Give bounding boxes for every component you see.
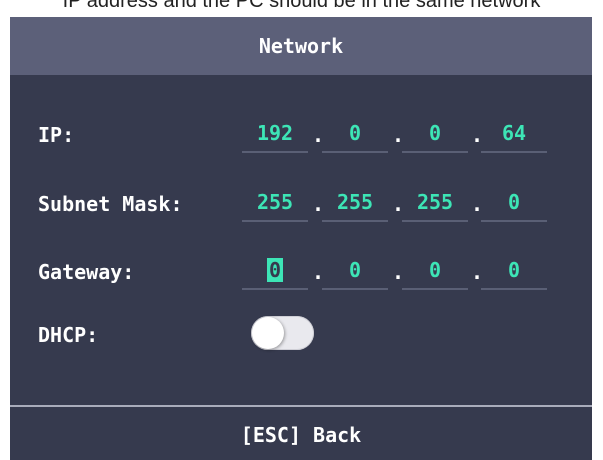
ip-separator-3: . (471, 123, 484, 147)
gateway-separator-3: . (471, 260, 484, 284)
gateway-octet-4[interactable]: 0 (481, 252, 547, 290)
network-screen: Network IP: 192 . 0 . 0 . 64 Subnet Mask… (10, 17, 592, 460)
dhcp-toggle[interactable] (251, 316, 314, 350)
dhcp-row: DHCP: (10, 315, 592, 355)
ip-separator-2: . (392, 123, 405, 147)
ip-separator-1: . (312, 123, 325, 147)
subnet-separator-3: . (471, 192, 484, 216)
subnet-separator-1: . (312, 192, 325, 216)
subnet-octet-1[interactable]: 255 (242, 184, 308, 222)
ip-row: IP: 192 . 0 . 0 . 64 (10, 115, 592, 155)
caption-text: IP address and the PC should be in the s… (62, 0, 541, 12)
gateway-label: Gateway: (38, 260, 135, 284)
screen-title: Network (258, 34, 344, 58)
subnet-label: Subnet Mask: (38, 192, 183, 216)
toggle-knob (252, 317, 284, 349)
gateway-separator-2: . (392, 260, 405, 284)
subnet-row: Subnet Mask: 255 . 255 . 255 . 0 (10, 184, 592, 224)
dhcp-label: DHCP: (38, 323, 99, 347)
subnet-octet-2[interactable]: 255 (322, 184, 388, 222)
gateway-separator-1: . (312, 260, 325, 284)
text-cursor: 0 (266, 258, 284, 282)
gateway-row: Gateway: 0 . 0 . 0 . 0 (10, 252, 592, 292)
footer-bar: [ESC] Back (10, 405, 592, 460)
ip-octet-1[interactable]: 192 (242, 115, 308, 153)
title-bar: Network (10, 17, 592, 75)
subnet-separator-2: . (392, 192, 405, 216)
ip-octet-2[interactable]: 0 (322, 115, 388, 153)
gateway-octet-1[interactable]: 0 (242, 252, 308, 290)
ip-octet-4[interactable]: 64 (481, 115, 547, 153)
gateway-octet-3[interactable]: 0 (402, 252, 468, 290)
subnet-octet-3[interactable]: 255 (402, 184, 468, 222)
gateway-octet-2[interactable]: 0 (322, 252, 388, 290)
ip-label: IP: (38, 123, 75, 147)
subnet-octet-4[interactable]: 0 (481, 184, 547, 222)
esc-back-button[interactable]: [ESC] Back (241, 423, 361, 447)
ip-octet-3[interactable]: 0 (402, 115, 468, 153)
